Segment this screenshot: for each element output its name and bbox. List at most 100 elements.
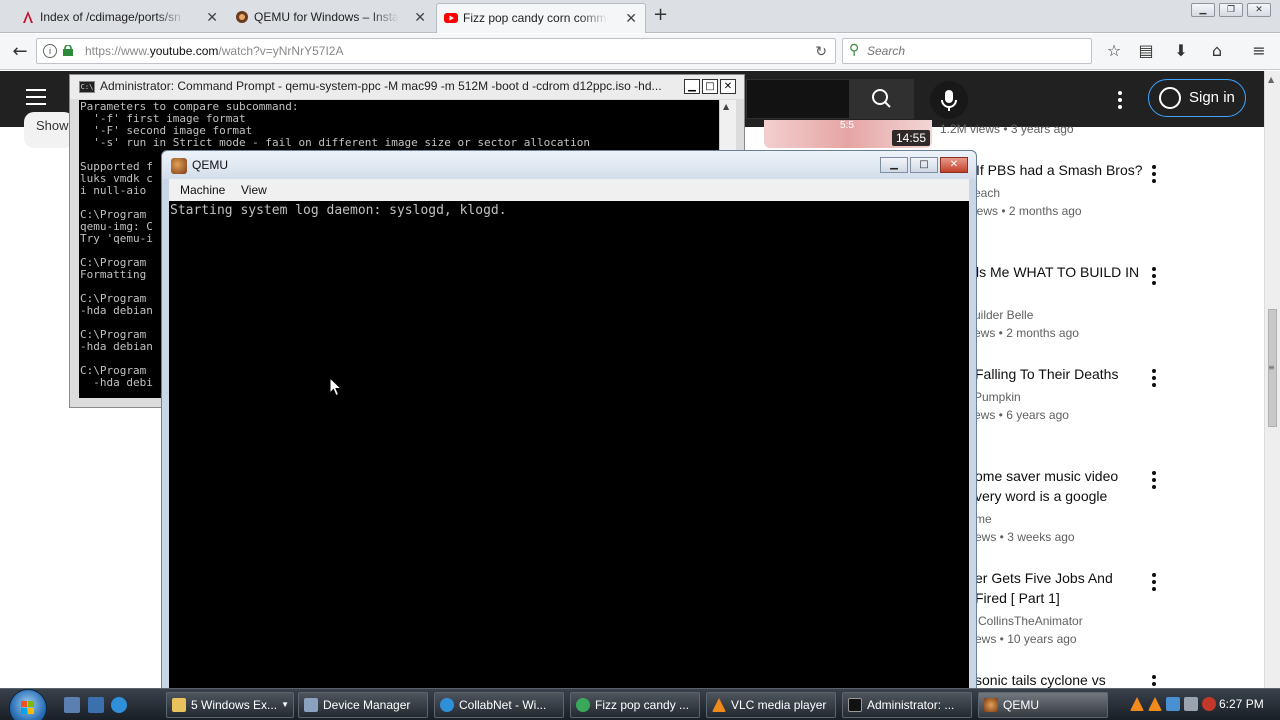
youtube-search-field[interactable]	[746, 79, 850, 119]
taskbar-device-manager[interactable]: Device Manager	[298, 692, 428, 718]
cmd-minimize-button[interactable]: ▁	[684, 79, 700, 94]
command-prompt-title: Administrator: Command Prompt - qemu-sys…	[100, 79, 662, 93]
menu-view[interactable]: View	[241, 183, 267, 197]
youtube-logo-icon	[444, 13, 458, 23]
video-title[interactable]: Falling To Their Deaths	[975, 366, 1118, 382]
related-video-5[interactable]: er Gets Five Jobs And Fired [ Part 1] Co…	[975, 570, 1175, 650]
qemu-minimize-button[interactable]: ▁	[880, 157, 908, 173]
download-arrow-icon[interactable]: ⬇	[1170, 40, 1192, 62]
video-title-line2[interactable]: very word is a google	[975, 488, 1107, 504]
related-video-2[interactable]: ls Me WHAT TO BUILD IN uilder Belle ews …	[974, 264, 1176, 344]
video-options-kebab-icon[interactable]	[1152, 471, 1156, 492]
menu-machine[interactable]: Machine	[180, 183, 225, 197]
qemu-maximize-button[interactable]: □	[910, 157, 938, 173]
voice-search-button[interactable]	[930, 81, 968, 119]
video-title[interactable]: sonic tails cyclone vs	[975, 672, 1106, 688]
vlc-tray-icon[interactable]	[1130, 697, 1144, 711]
browser-minimize-button[interactable]: ▁	[1191, 3, 1215, 17]
volume-muted-icon[interactable]	[1184, 697, 1198, 711]
cmd-close-button[interactable]: ✕	[720, 79, 736, 94]
url-text[interactable]: https://www.youtube.com/watch?v=yNrNrY57…	[85, 39, 343, 63]
related-video-3[interactable]: Falling To Their Deaths Pumpkin ews • 6 …	[974, 366, 1175, 426]
home-icon[interactable]: ⌂	[1206, 40, 1228, 62]
menu-hamburger-icon[interactable]: ≡	[1248, 40, 1270, 62]
qemu-app-icon	[984, 698, 998, 712]
video-options-kebab-icon[interactable]	[1152, 675, 1156, 688]
close-tab-icon[interactable]: ✕	[414, 3, 426, 31]
settings-kebab-icon[interactable]	[1118, 91, 1122, 112]
video-channel[interactable]: uilder Belle	[974, 308, 1033, 322]
qemu-titlebar[interactable]: QEMU ▁ □ ✕	[162, 151, 976, 179]
reload-icon[interactable]: ↻	[815, 39, 827, 63]
internet-explorer-icon	[440, 698, 454, 712]
show-chip[interactable]: Show	[24, 112, 74, 148]
address-bar[interactable]: i https://www.youtube.com/watch?v=yNrNrY…	[36, 38, 836, 64]
taskbar-windows-explorer[interactable]: 5 Windows Ex... ▼	[166, 692, 294, 718]
video-options-kebab-icon[interactable]	[1152, 369, 1156, 390]
system-tray: 6:27 PM	[1128, 691, 1280, 719]
video-channel[interactable]: CollinsTheAnimator	[978, 614, 1083, 628]
video-title[interactable]: er Gets Five Jobs And	[975, 570, 1113, 586]
taskbar-collabnet[interactable]: CollabNet - Wi...	[434, 692, 564, 718]
tab-qemu-windows[interactable]: QEMU for Windows – Install ✕	[228, 3, 434, 33]
show-desktop-icon[interactable]	[64, 697, 80, 713]
video-channel[interactable]: me	[975, 512, 992, 526]
search-input[interactable]	[867, 42, 1077, 60]
video-stats: iews • 2 months ago	[974, 204, 1082, 218]
info-icon[interactable]: i	[43, 44, 57, 58]
scroll-up-arrow-icon[interactable]: ▲	[723, 102, 729, 111]
taskbar-firefox-youtube[interactable]: Fizz pop candy ...	[570, 692, 700, 718]
scroll-up-arrow-icon[interactable]: ▲	[1268, 75, 1274, 84]
power-icon[interactable]	[1202, 697, 1216, 711]
vlc-tray-icon[interactable]	[1148, 697, 1162, 711]
qemu-menubar: Machine View	[169, 179, 969, 201]
switch-windows-icon[interactable]	[88, 697, 104, 713]
qemu-close-button[interactable]: ✕	[940, 157, 968, 173]
taskbar-vlc[interactable]: VLC media player	[706, 692, 836, 718]
close-tab-icon[interactable]: ✕	[625, 4, 637, 32]
related-video-1[interactable]: If PBS had a Smash Bros? each iews • 2 m…	[974, 162, 1176, 222]
command-prompt-titlebar[interactable]: C:\ Administrator: Command Prompt - qemu…	[70, 75, 744, 99]
bookmark-star-icon[interactable]: ☆	[1103, 40, 1125, 62]
internet-explorer-icon[interactable]	[111, 697, 127, 713]
new-tab-plus-icon[interactable]: +	[653, 4, 668, 25]
related-video-4[interactable]: ome saver music video very word is a goo…	[975, 468, 1175, 548]
video-options-kebab-icon[interactable]	[1152, 573, 1156, 594]
related-video-6[interactable]: sonic tails cyclone vs	[975, 672, 1175, 688]
search-box[interactable]: ⚲	[842, 38, 1092, 64]
taskbar-button-label: Administrator: ...	[867, 698, 955, 712]
cmd-maximize-button[interactable]: □	[702, 79, 718, 94]
youtube-search-button[interactable]	[850, 79, 914, 119]
qemu-window[interactable]: QEMU ▁ □ ✕ Machine View Starting system …	[161, 150, 977, 695]
network-icon[interactable]	[1166, 697, 1180, 711]
taskbar-qemu[interactable]: QEMU	[978, 692, 1108, 718]
start-button[interactable]	[9, 689, 47, 720]
page-scrollbar[interactable]: ▲ ≡	[1264, 71, 1280, 688]
browser-restore-button[interactable]: ❐	[1219, 3, 1243, 17]
video-title[interactable]: If PBS had a Smash Bros?	[976, 162, 1143, 178]
sign-in-button[interactable]: Sign in	[1148, 79, 1246, 117]
video-thumbnail[interactable]: 5:5 14:55	[764, 120, 932, 148]
url-prefix: https://www.	[85, 44, 150, 58]
taskbar-button-label: Fizz pop candy ...	[595, 698, 690, 712]
reading-list-icon[interactable]: ▤	[1135, 40, 1157, 62]
browser-close-button[interactable]: ✕	[1247, 3, 1271, 17]
qemu-guest-display[interactable]: Starting system log daemon: syslogd, klo…	[169, 201, 969, 695]
video-title-line2[interactable]: Fired [ Part 1]	[975, 590, 1060, 606]
video-channel[interactable]: each	[974, 186, 1000, 200]
back-arrow-icon[interactable]: ←	[7, 39, 33, 65]
close-tab-icon[interactable]: ✕	[206, 3, 218, 31]
taskbar-clock[interactable]: 6:27 PM	[1219, 697, 1264, 711]
video-title[interactable]: ls Me WHAT TO BUILD IN	[976, 264, 1139, 280]
video-stats: ews • 2 months ago	[974, 326, 1079, 340]
video-options-kebab-icon[interactable]	[1152, 165, 1156, 186]
taskbar-button-label: QEMU	[1003, 698, 1039, 712]
thumbnail-badge: 5:5	[840, 120, 854, 131]
tab-cdimage-index[interactable]: Index of /cdimage/ports/sn ✕	[14, 3, 226, 33]
youtube-menu-icon[interactable]	[26, 89, 46, 107]
video-title[interactable]: ome saver music video	[975, 468, 1118, 484]
video-channel[interactable]: Pumpkin	[974, 390, 1021, 404]
tab-youtube-active[interactable]: Fizz pop candy corn comme ✕	[436, 3, 646, 33]
taskbar-command-prompt[interactable]: Administrator: ...	[842, 692, 972, 718]
video-options-kebab-icon[interactable]	[1152, 267, 1156, 288]
